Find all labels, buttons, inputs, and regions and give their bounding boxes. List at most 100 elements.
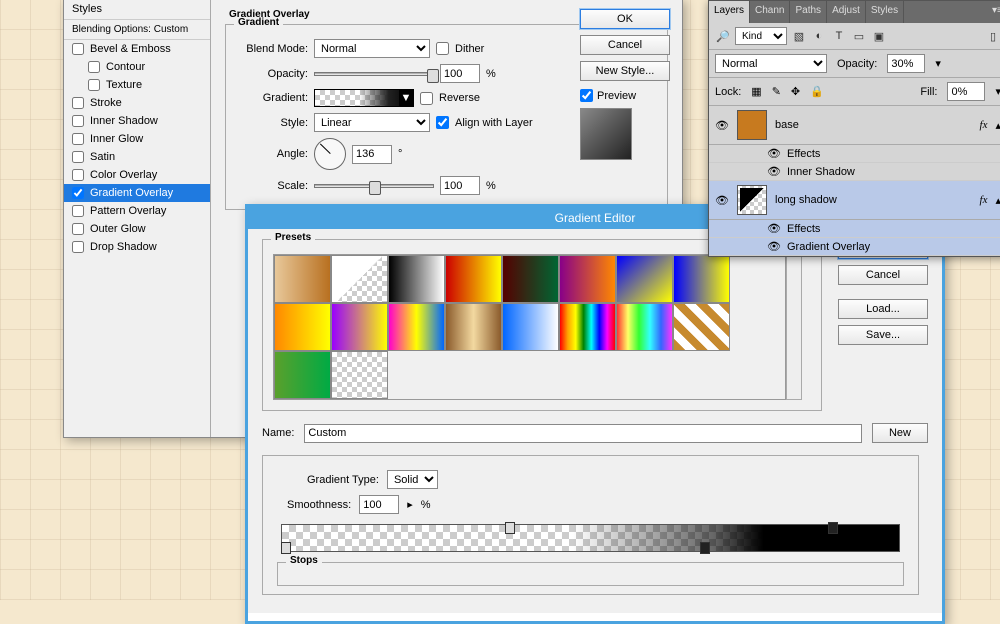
lock-all-icon[interactable]: 🔒 xyxy=(810,85,824,98)
blending-options-row[interactable]: Blending Options: Custom xyxy=(64,20,210,40)
fill-dropdown-icon[interactable]: ▾ xyxy=(995,85,1000,98)
preview-checkbox[interactable] xyxy=(580,89,593,102)
opacity-stop-right[interactable] xyxy=(828,522,838,534)
tab-layers[interactable]: Layers xyxy=(709,1,750,23)
gradient-bar[interactable] xyxy=(281,524,900,552)
opacity-slider[interactable] xyxy=(314,72,434,76)
style-item-inner-glow[interactable]: Inner Glow xyxy=(64,130,210,148)
angle-input[interactable] xyxy=(352,145,392,164)
style-checkbox[interactable] xyxy=(72,97,84,109)
style-item-inner-shadow[interactable]: Inner Shadow xyxy=(64,112,210,130)
visibility-icon[interactable]: 👁 xyxy=(767,222,781,235)
tab-styles[interactable]: Styles xyxy=(866,1,904,23)
preset-swatch[interactable] xyxy=(559,303,616,351)
gradient-dropdown-icon[interactable]: ▼ xyxy=(399,90,413,106)
visibility-icon[interactable]: 👁 xyxy=(767,147,781,160)
style-select[interactable]: Linear xyxy=(314,113,430,132)
layer-thumbnail[interactable] xyxy=(737,110,767,140)
style-checkbox[interactable] xyxy=(72,205,84,217)
visibility-icon[interactable]: 👁 xyxy=(715,119,729,132)
scale-slider[interactable] xyxy=(314,184,434,188)
preset-swatch[interactable] xyxy=(445,255,502,303)
preset-swatch[interactable] xyxy=(673,255,730,303)
style-checkbox[interactable] xyxy=(72,115,84,127)
fx-badge[interactable]: fx xyxy=(980,194,988,206)
filter-smart-icon[interactable]: ▣ xyxy=(871,28,887,44)
color-stop-left[interactable] xyxy=(281,542,291,554)
smoothness-dropdown-icon[interactable]: ▸ xyxy=(407,498,413,511)
ok-button[interactable]: OK xyxy=(580,9,670,29)
opacity-input[interactable] xyxy=(440,64,480,83)
reverse-checkbox[interactable] xyxy=(420,92,433,105)
layer-row[interactable]: 👁 base fx ▴ xyxy=(709,106,1000,145)
layer-thumbnail[interactable] xyxy=(737,185,767,215)
style-item-bevel-emboss[interactable]: Bevel & Emboss xyxy=(64,40,210,58)
filter-kind-select[interactable]: Kind xyxy=(735,27,787,45)
tab-paths[interactable]: Paths xyxy=(790,1,827,23)
preset-swatch[interactable] xyxy=(331,303,388,351)
style-item-texture[interactable]: Texture xyxy=(64,76,210,94)
filter-shape-icon[interactable]: ▭ xyxy=(851,28,867,44)
style-checkbox[interactable] xyxy=(72,241,84,253)
preset-swatch[interactable] xyxy=(502,255,559,303)
ge-cancel-button[interactable]: Cancel xyxy=(838,265,928,285)
preset-swatch[interactable] xyxy=(673,303,730,351)
style-checkbox[interactable] xyxy=(72,187,84,199)
style-item-stroke[interactable]: Stroke xyxy=(64,94,210,112)
opacity-dropdown-icon[interactable]: ▾ xyxy=(935,57,941,70)
style-checkbox[interactable] xyxy=(72,133,84,145)
style-item-drop-shadow[interactable]: Drop Shadow xyxy=(64,238,210,256)
gradient-type-select[interactable]: Solid xyxy=(387,470,438,489)
gradient-name-input[interactable] xyxy=(304,424,862,443)
filter-type-icon[interactable]: T xyxy=(831,28,847,44)
style-checkbox[interactable] xyxy=(72,169,84,181)
effect-item[interactable]: 👁Inner Shadow xyxy=(709,163,1000,181)
filter-image-icon[interactable]: ▧ xyxy=(791,28,807,44)
style-item-gradient-overlay[interactable]: Gradient Overlay xyxy=(64,184,210,202)
visibility-icon[interactable]: 👁 xyxy=(767,240,781,253)
cancel-button[interactable]: Cancel xyxy=(580,35,670,55)
preset-swatch[interactable] xyxy=(274,303,331,351)
align-checkbox[interactable] xyxy=(436,116,449,129)
presets-scrollbar[interactable] xyxy=(786,254,802,400)
new-gradient-button[interactable]: New xyxy=(872,423,928,443)
style-item-satin[interactable]: Satin xyxy=(64,148,210,166)
style-item-outer-glow[interactable]: Outer Glow xyxy=(64,220,210,238)
dither-checkbox[interactable] xyxy=(436,42,449,55)
angle-dial[interactable] xyxy=(314,138,346,170)
preset-swatch[interactable] xyxy=(616,255,673,303)
style-checkbox[interactable] xyxy=(72,223,84,235)
preset-swatch[interactable] xyxy=(559,255,616,303)
style-item-pattern-overlay[interactable]: Pattern Overlay xyxy=(64,202,210,220)
fill-input[interactable] xyxy=(947,82,985,101)
collapse-icon[interactable]: ▴ xyxy=(995,194,1000,207)
style-checkbox[interactable] xyxy=(72,151,84,163)
style-item-contour[interactable]: Contour xyxy=(64,58,210,76)
collapse-icon[interactable]: ▴ xyxy=(995,119,1000,132)
style-item-color-overlay[interactable]: Color Overlay xyxy=(64,166,210,184)
new-style-button[interactable]: New Style... xyxy=(580,61,670,81)
effects-row[interactable]: 👁Effects xyxy=(709,220,1000,238)
opacity-stop-left[interactable] xyxy=(505,522,515,534)
preset-swatch[interactable] xyxy=(274,351,331,399)
effects-row[interactable]: 👁Effects xyxy=(709,145,1000,163)
ge-load-button[interactable]: Load... xyxy=(838,299,928,319)
effect-item[interactable]: 👁Gradient Overlay xyxy=(709,238,1000,256)
smoothness-input[interactable] xyxy=(359,495,399,514)
panel-menu-icon[interactable]: ▾≡ xyxy=(987,1,1000,23)
scale-input[interactable] xyxy=(440,176,480,195)
blend-mode-select[interactable]: Normal xyxy=(314,39,430,58)
color-stop-right[interactable] xyxy=(700,542,710,554)
lock-transparent-icon[interactable]: ▦ xyxy=(751,85,761,98)
tab-channels[interactable]: Chann xyxy=(750,1,790,23)
layer-row[interactable]: 👁 long shadow fx ▴ xyxy=(709,181,1000,220)
preset-swatch[interactable] xyxy=(445,303,502,351)
preset-swatch[interactable] xyxy=(331,255,388,303)
layer-blend-select[interactable]: Normal xyxy=(715,54,827,73)
style-checkbox[interactable] xyxy=(72,43,84,55)
preset-swatch[interactable] xyxy=(616,303,673,351)
fx-badge[interactable]: fx xyxy=(980,119,988,131)
preset-swatch[interactable] xyxy=(331,351,388,399)
style-checkbox[interactable] xyxy=(88,79,100,91)
lock-paint-icon[interactable]: ✎ xyxy=(772,85,781,98)
